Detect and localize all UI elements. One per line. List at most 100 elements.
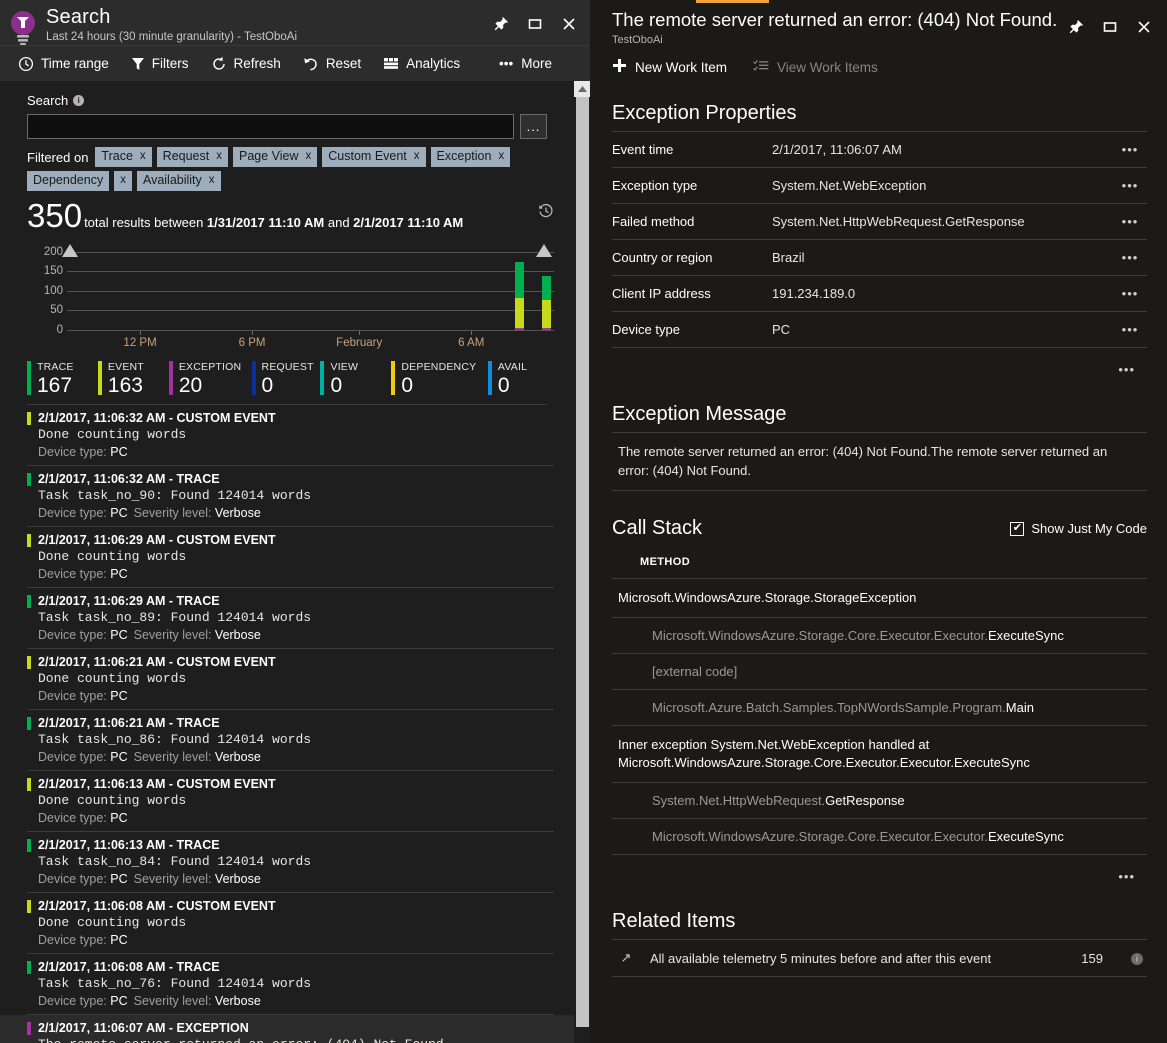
toolbar-time-range[interactable]: Time range <box>18 56 109 72</box>
property-more-button[interactable]: ••• <box>1113 250 1147 265</box>
info-icon[interactable]: i <box>73 95 84 106</box>
counter-label: EXCEPTION <box>179 361 241 374</box>
counter-avail[interactable]: AVAIL0 <box>488 361 547 396</box>
property-more-button[interactable]: ••• <box>1113 214 1147 229</box>
chart-bar[interactable] <box>515 262 524 330</box>
toolbar-filters[interactable]: Filters <box>131 56 189 72</box>
search-options-button[interactable]: ... <box>520 114 547 139</box>
counter-dependency[interactable]: DEPENDENCY0 <box>391 361 488 396</box>
call-stack-header-row: Call Stack ✔ Show Just My Code <box>612 517 1147 540</box>
toolbar-refresh[interactable]: Refresh <box>211 56 281 72</box>
event-message: Task task_no_89: Found 124014 words <box>27 610 554 625</box>
event-type-swatch <box>27 412 31 425</box>
info-icon[interactable]: i <box>1131 953 1143 965</box>
remove-icon[interactable]: x <box>140 149 146 164</box>
maximize-icon[interactable] <box>524 13 546 35</box>
chart-bar[interactable] <box>542 276 551 330</box>
event-type-swatch <box>27 961 31 974</box>
event-list-item[interactable]: 2/1/2017, 11:06:21 AM - TRACETask task_n… <box>27 710 554 771</box>
remove-icon[interactable]: x <box>120 173 126 188</box>
property-more-button[interactable]: ••• <box>1113 286 1147 301</box>
event-meta: Device type: PCSeverity level: Verbose <box>27 872 554 886</box>
checkbox-icon[interactable]: ✔ <box>1010 522 1024 536</box>
event-title: 2/1/2017, 11:06:08 AM - TRACE <box>38 960 220 974</box>
close-icon[interactable] <box>558 13 580 35</box>
call-stack-frame-row[interactable]: Microsoft.WindowsAzure.Storage.Core.Exec… <box>612 818 1147 855</box>
call-stack-frame-row[interactable]: System.Net.HttpWebRequest.GetResponse <box>612 782 1147 818</box>
remove-icon[interactable]: x <box>414 149 420 164</box>
call-stack-frame-row[interactable]: [external code] <box>612 653 1147 689</box>
search-blade: Search Last 24 hours (30 minute granular… <box>0 0 590 1043</box>
remove-icon[interactable]: x <box>306 149 312 164</box>
pin-icon[interactable] <box>1065 16 1087 38</box>
event-header: 2/1/2017, 11:06:29 AM - CUSTOM EVENT <box>27 533 554 547</box>
event-list-item[interactable]: 2/1/2017, 11:06:32 AM - TRACETask task_n… <box>27 466 554 527</box>
call-stack-frame-row[interactable]: Microsoft.WindowsAzure.Storage.Core.Exec… <box>612 617 1147 653</box>
property-more-button[interactable]: ••• <box>1113 142 1147 157</box>
counter-event[interactable]: EVENT163 <box>98 361 169 396</box>
filter-tag-request[interactable]: Request x <box>157 147 228 167</box>
new-work-item-button[interactable]: New Work Item <box>612 58 727 76</box>
chart-x-tick-label: 6 AM <box>458 337 484 349</box>
call-stack-section: Call Stack ✔ Show Just My Code METHOD Mi… <box>590 517 1167 884</box>
show-just-my-code-toggle[interactable]: ✔ Show Just My Code <box>1010 521 1147 536</box>
filter-tag-page-view[interactable]: Page View x <box>233 147 317 167</box>
counter-trace[interactable]: TRACE167 <box>27 361 98 396</box>
search-input[interactable] <box>27 114 514 139</box>
filter-tag-trace[interactable]: Trace x <box>95 147 151 167</box>
toolbar-more[interactable]: ••• More <box>499 56 552 71</box>
left-scrollbar[interactable] <box>574 81 590 1043</box>
range-handle-left[interactable] <box>62 244 78 257</box>
app-root: Search Last 24 hours (30 minute granular… <box>0 0 1167 1043</box>
event-list-item[interactable]: 2/1/2017, 11:06:13 AM - TRACETask task_n… <box>27 832 554 893</box>
filter-tag-custom-event[interactable]: Custom Event x <box>322 147 425 167</box>
pin-icon[interactable] <box>490 13 512 35</box>
event-list-item[interactable]: 2/1/2017, 11:06:13 AM - CUSTOM EVENTDone… <box>27 771 554 832</box>
event-header: 2/1/2017, 11:06:32 AM - TRACE <box>27 472 554 486</box>
toolbar-filters-label: Filters <box>152 56 189 71</box>
call-stack-frame-row[interactable]: Microsoft.Azure.Batch.Samples.TopNWordsS… <box>612 689 1147 725</box>
toolbar-reset[interactable]: Reset <box>303 56 361 72</box>
counter-request[interactable]: REQUEST0 <box>252 361 321 396</box>
event-list-item[interactable]: 2/1/2017, 11:06:32 AM - CUSTOM EVENTDone… <box>27 405 554 466</box>
counter-label: TRACE <box>37 361 74 374</box>
event-title: 2/1/2017, 11:06:29 AM - CUSTOM EVENT <box>38 533 276 547</box>
event-list-item[interactable]: 2/1/2017, 11:06:21 AM - CUSTOM EVENTDone… <box>27 649 554 710</box>
open-link-icon[interactable]: ↗ <box>612 950 640 966</box>
property-more-button[interactable]: ••• <box>1113 178 1147 193</box>
property-more-button[interactable]: ••• <box>1113 322 1147 337</box>
property-row: Country or regionBrazil••• <box>612 240 1147 276</box>
counter-color-bar <box>320 361 324 395</box>
exception-properties-title: Exception Properties <box>612 102 1147 125</box>
related-item-row[interactable]: ↗All available telemetry 5 minutes befor… <box>612 940 1147 977</box>
event-list-item[interactable]: 2/1/2017, 11:06:08 AM - TRACETask task_n… <box>27 954 554 1015</box>
remove-icon[interactable]: x <box>498 149 504 164</box>
remove-icon[interactable]: x <box>216 149 222 164</box>
event-header: 2/1/2017, 11:06:13 AM - CUSTOM EVENT <box>27 777 554 791</box>
filter-tag-dependency-remove[interactable]: x <box>114 171 132 191</box>
maximize-icon[interactable] <box>1099 16 1121 38</box>
properties-more-button[interactable]: ••• <box>612 348 1147 377</box>
history-clock-icon[interactable] <box>538 203 554 224</box>
filter-tag-availability[interactable]: Availability x <box>137 171 221 191</box>
counter-label: EVENT <box>108 361 144 374</box>
filter-tag-label: Page View <box>239 149 299 164</box>
view-work-items-button[interactable]: View Work Items <box>753 59 878 76</box>
related-item-info[interactable]: i <box>1127 949 1147 967</box>
scroll-up-button[interactable] <box>574 81 590 97</box>
event-list-item[interactable]: 2/1/2017, 11:06:29 AM - CUSTOM EVENTDone… <box>27 527 554 588</box>
event-list-item[interactable]: 2/1/2017, 11:06:08 AM - CUSTOM EVENTDone… <box>27 893 554 954</box>
counter-view[interactable]: VIEW0 <box>320 361 391 396</box>
range-handle-right[interactable] <box>536 244 552 257</box>
filter-tag-exception[interactable]: Exception x <box>431 147 511 167</box>
event-list-item[interactable]: 2/1/2017, 11:06:29 AM - TRACETask task_n… <box>27 588 554 649</box>
exception-message-section: Exception Message The remote server retu… <box>590 403 1167 491</box>
filter-tag-dependency[interactable]: Dependency <box>27 171 109 191</box>
event-list-item[interactable]: 2/1/2017, 11:06:07 AM - EXCEPTIONThe rem… <box>0 1015 574 1043</box>
scrollbar-thumb[interactable] <box>576 97 589 1027</box>
remove-icon[interactable]: x <box>209 173 215 188</box>
close-icon[interactable] <box>1133 16 1155 38</box>
call-stack-more-button[interactable]: ••• <box>612 855 1147 884</box>
counter-exception[interactable]: EXCEPTION20 <box>169 361 252 396</box>
toolbar-analytics[interactable]: Analytics <box>383 56 460 71</box>
